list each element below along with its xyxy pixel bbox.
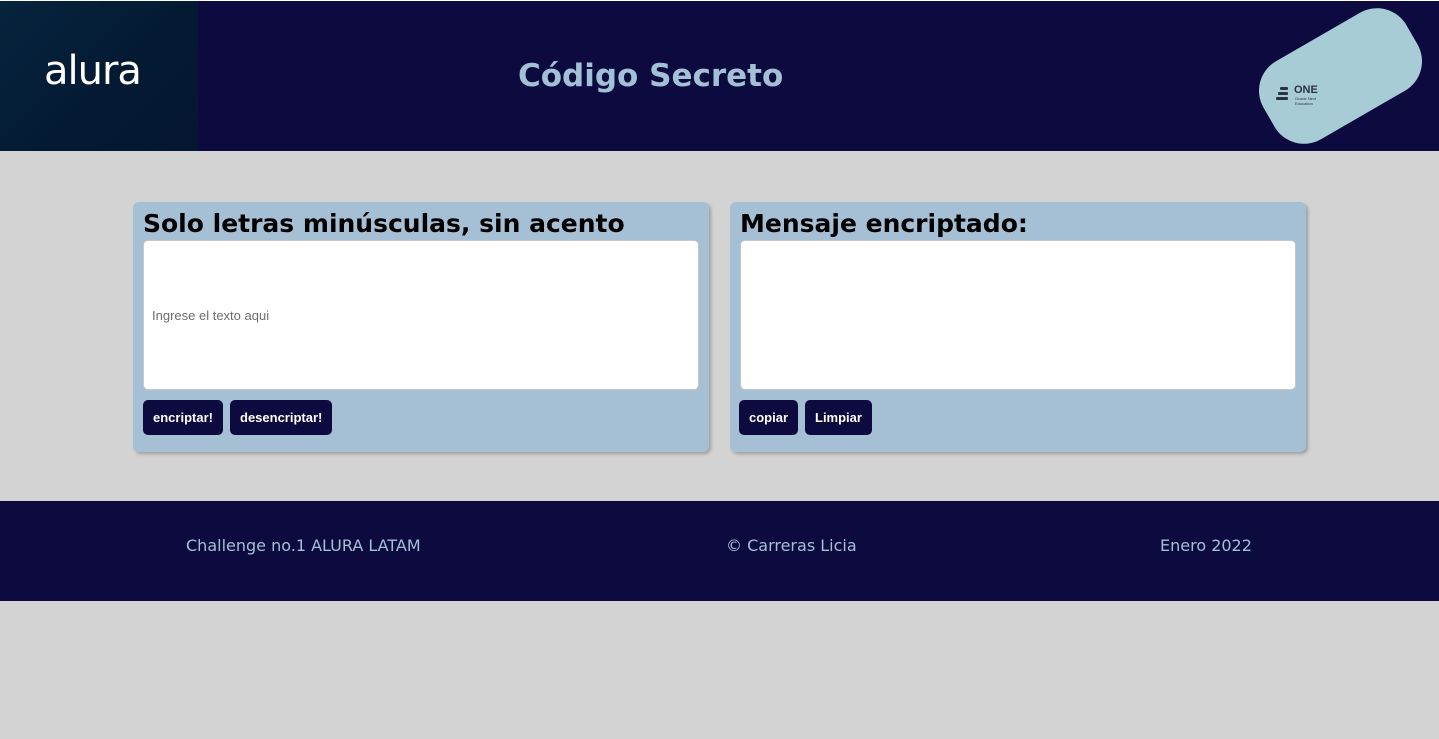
input-textarea[interactable] [143,240,699,390]
alura-logo[interactable]: alura [44,51,142,91]
one-logo-subtitle: Oracle Next Education [1295,96,1317,106]
logo-block: alura [0,1,198,151]
input-heading: Solo letras minúsculas, sin acento [143,209,625,238]
one-logo-word: ONE [1294,84,1318,96]
clear-button[interactable]: Limpiar [805,400,872,435]
input-panel: Solo letras minúsculas, sin acento encri… [133,202,709,452]
output-panel: Mensaje encriptado: copiar Limpiar [730,202,1306,452]
one-logo: ONE Oracle Next Education [1276,85,1336,111]
site-footer: Challenge no.1 ALURA LATAM © Carreras Li… [0,501,1439,601]
one-badge [1246,1,1435,151]
copy-button[interactable]: copiar [739,400,799,435]
decrypt-button[interactable]: desencriptar! [230,400,333,435]
output-textarea[interactable] [740,240,1296,390]
encrypt-button[interactable]: encriptar! [143,400,223,435]
footer-author: © Carreras Licia [726,536,857,555]
site-header: alura Código Secreto ONE Oracle Next Edu… [0,0,1439,151]
footer-challenge: Challenge no.1 ALURA LATAM [186,536,421,555]
output-heading: Mensaje encriptado: [740,209,1028,238]
page-title: Código Secreto [518,58,784,94]
footer-date: Enero 2022 [1160,536,1252,555]
